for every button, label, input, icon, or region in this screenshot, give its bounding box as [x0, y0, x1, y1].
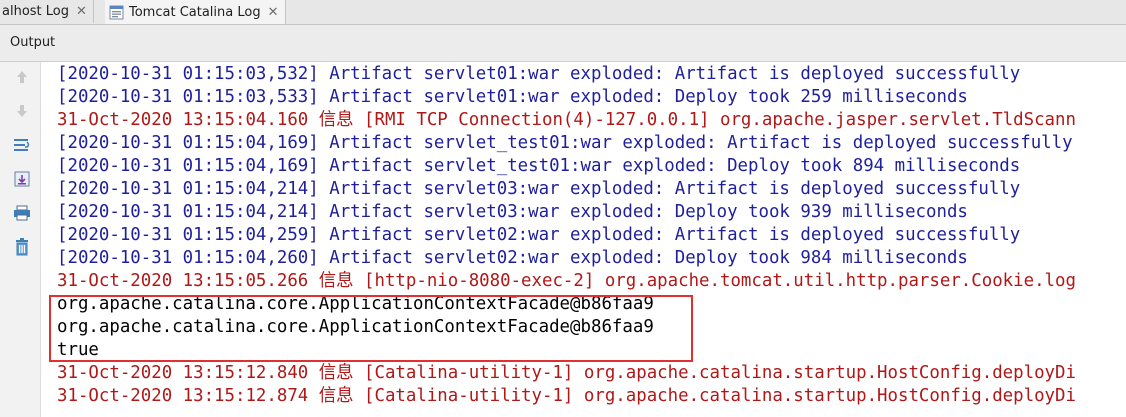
scroll-up-icon[interactable]: [12, 68, 32, 86]
clear-all-icon[interactable]: [12, 238, 32, 256]
log-line: [2020-10-31 01:15:03,532] Artifact servl…: [57, 64, 1021, 84]
log-line: 31-Oct-2020 13:15:12.874 信息 [Catalina-ut…: [57, 386, 1076, 406]
tab-localhost-log[interactable]: alhost Log ✕: [0, 0, 94, 23]
console-output[interactable]: [2020-10-31 01:15:03,532] Artifact servl…: [41, 62, 1126, 417]
panel-title: Output: [10, 35, 56, 50]
tab-label: alhost Log: [2, 4, 69, 19]
output-line: org.apache.catalina.core.ApplicationCont…: [57, 294, 654, 314]
log-line: [2020-10-31 01:15:04,214] Artifact servl…: [57, 179, 1021, 199]
soft-wrap-icon[interactable]: [12, 136, 32, 154]
editor-tab-bar: alhost Log ✕ Tomcat Catalina Log ✕: [0, 0, 1126, 25]
log-line: [2020-10-31 01:15:04,259] Artifact servl…: [57, 225, 1021, 245]
log-line: 31-Oct-2020 13:15:05.266 信息 [http-nio-80…: [57, 271, 1076, 291]
log-line: 31-Oct-2020 13:15:04.160 信息 [RMI TCP Con…: [57, 110, 1076, 130]
output-line: org.apache.catalina.core.ApplicationCont…: [57, 317, 654, 337]
scroll-down-icon[interactable]: [12, 102, 32, 120]
log-line: [2020-10-31 01:15:04,260] Artifact servl…: [57, 248, 968, 268]
output-line: true: [57, 340, 99, 360]
log-file-icon: [109, 5, 124, 20]
scroll-to-end-icon[interactable]: [12, 170, 32, 188]
output-panel-header: Output: [0, 25, 1126, 62]
close-icon[interactable]: ✕: [268, 5, 279, 20]
tab-label: Tomcat Catalina Log: [129, 4, 261, 20]
log-line: 31-Oct-2020 13:15:12.840 信息 [Catalina-ut…: [57, 363, 1076, 383]
print-icon[interactable]: [12, 204, 32, 222]
console-toolbar: [0, 62, 41, 417]
log-line: [2020-10-31 01:15:04,169] Artifact servl…: [57, 156, 1021, 176]
log-line: [2020-10-31 01:15:03,533] Artifact servl…: [57, 87, 968, 107]
log-line: [2020-10-31 01:15:04,169] Artifact servl…: [57, 133, 1073, 153]
tab-tomcat-catalina-log[interactable]: Tomcat Catalina Log ✕: [105, 0, 286, 24]
close-icon[interactable]: ✕: [76, 4, 87, 19]
log-line: [2020-10-31 01:15:04,214] Artifact servl…: [57, 202, 968, 222]
